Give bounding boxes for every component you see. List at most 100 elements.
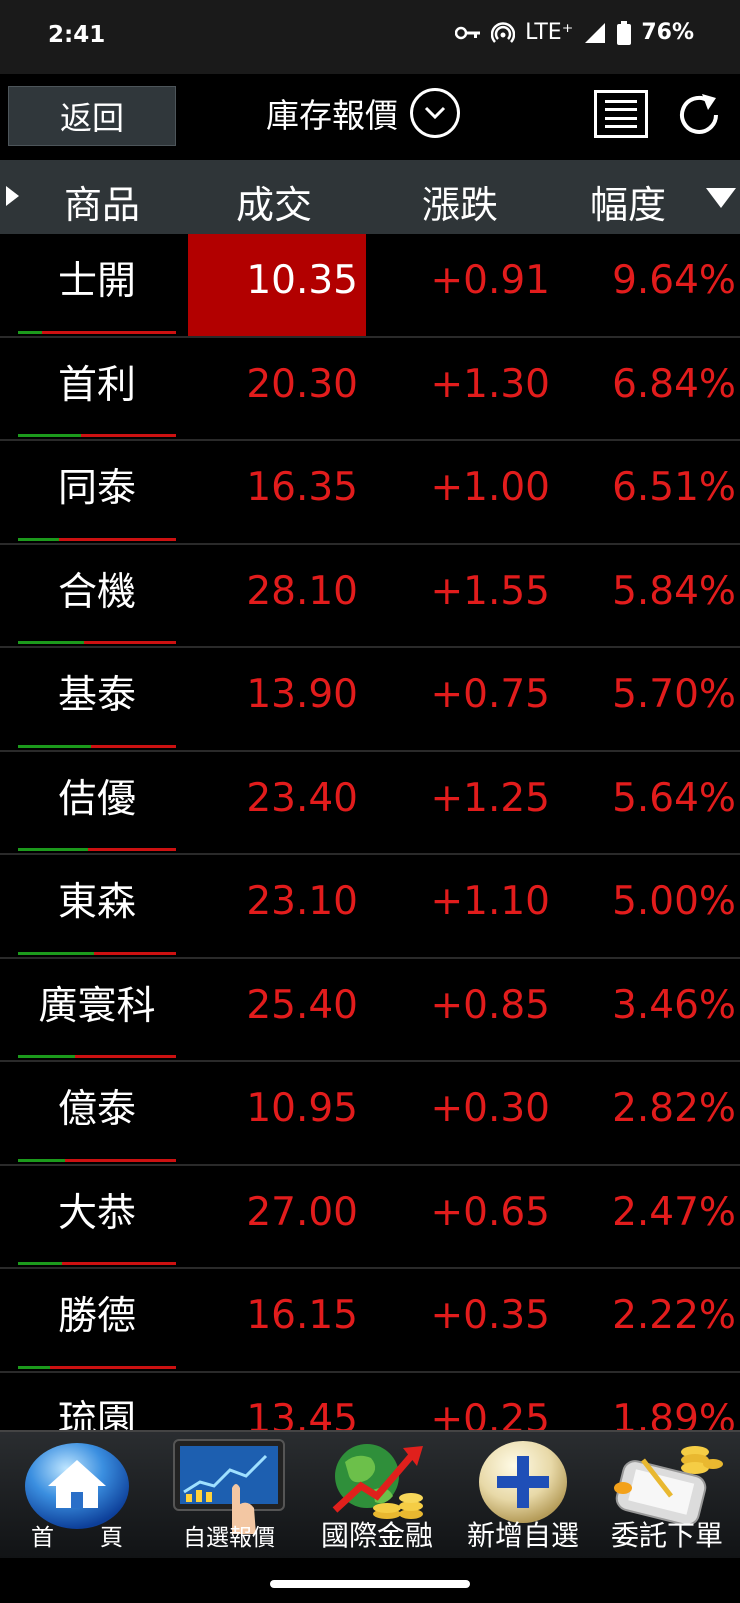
stock-price: 20.30 [246,361,358,407]
bid-ask-ratio-bar [18,848,176,851]
stock-percent: 6.84% [612,361,736,407]
hotspot-icon [491,21,516,45]
status-bar: 2:41 LTE⁺ 76% [0,0,740,74]
stock-price: 25.40 [246,982,358,1028]
stock-row[interactable]: 東森 23.10 +1.10 5.00% [0,855,740,959]
gesture-handle[interactable] [270,1580,470,1588]
bid-ratio-fill [18,1262,63,1265]
column-percent[interactable]: 幅度 [590,174,666,229]
signal-icon [583,21,607,45]
nav-home[interactable]: 首 頁 [4,1432,150,1560]
stock-name: 億泰 [57,1087,136,1132]
scroll-left-arrow-icon[interactable] [6,186,19,206]
stock-row[interactable]: 億泰 10.95 +0.30 2.82% [0,1062,740,1166]
stock-row[interactable]: 同泰 16.35 +1.00 6.51% [0,441,740,545]
bid-ask-ratio-bar [18,330,176,334]
battery-icon [617,20,632,45]
stock-change: +0.65 [430,1189,550,1235]
nav-add-watch[interactable]: 新增自選 [450,1432,596,1560]
bid-ask-ratio-bar [18,1158,176,1162]
stock-name: 琉園 [57,1397,136,1431]
bid-ratio-fill [18,951,94,955]
stock-percent: 1.89% [612,1396,736,1431]
bid-ask-ratio-bar [18,434,176,437]
stock-percent: 5.64% [612,775,736,821]
stock-row[interactable]: 士開 10.35 +0.91 9.64% [0,234,740,338]
stock-name: 東森 [57,880,136,925]
stock-percent: 5.84% [612,568,736,614]
stock-price: 16.15 [246,1293,358,1338]
nav-order[interactable]: 委託下單 [594,1432,740,1560]
stock-percent: 5.00% [612,879,736,924]
stock-row[interactable]: 基泰 13.90 +0.75 5.70% [0,648,740,752]
title-selector[interactable]: 庫存報價 [266,88,460,138]
stock-row[interactable]: 勝德 16.15 +0.35 2.22% [0,1269,740,1373]
stock-percent: 2.82% [612,1086,736,1131]
stock-price: 10.95 [246,1086,358,1131]
stock-percent: 3.46% [612,982,736,1028]
stock-row[interactable]: 大恭 27.00 +0.65 2.47% [0,1166,740,1269]
column-price[interactable]: 成交 [236,174,312,229]
stock-price: 10.35 [188,234,366,336]
stock-change: +1.00 [430,465,550,510]
stock-price: 13.90 [246,672,358,717]
stock-price: 28.10 [246,568,358,614]
stock-row[interactable]: 廣寰科 25.40 +0.85 3.46% [0,959,740,1062]
toolbar: 返回 庫存報價 [0,74,740,160]
stock-change: +0.75 [430,672,550,717]
stock-change: +0.25 [430,1396,550,1431]
stock-price: 16.35 [246,465,358,510]
column-change[interactable]: 漲跌 [422,174,498,229]
bid-ask-ratio-bar [18,1365,176,1369]
stock-row[interactable]: 首利 20.30 +1.30 6.84% [0,338,740,441]
sort-down-arrow-icon[interactable] [706,188,736,208]
bid-ratio-fill [18,744,91,748]
stock-price: 13.45 [246,1396,358,1431]
stock-name: 基泰 [57,673,136,718]
nav-watchlist[interactable]: 自選報價 [156,1432,302,1560]
status-time: 2:41 [48,22,106,48]
bid-ask-ratio-bar [18,641,176,644]
bid-ratio-fill [18,848,88,851]
battery-level: 76% [641,20,694,45]
bid-ratio-fill [18,1365,50,1369]
chevron-down-icon[interactable] [410,88,460,138]
column-name[interactable]: 商品 [64,174,140,229]
stock-percent: 6.51% [612,465,736,510]
refresh-icon[interactable] [672,88,726,142]
stock-percent: 9.64% [612,258,736,303]
stock-change: +0.35 [430,1293,550,1338]
bid-ratio-fill [18,641,85,644]
bid-ratio-fill [18,330,42,334]
stock-price: 27.00 [246,1189,358,1235]
bid-ask-ratio-bar [18,1262,176,1265]
page-title: 庫存報價 [266,96,398,135]
stock-row[interactable]: 琉園 13.45 +0.25 1.89% [0,1373,740,1431]
stock-change: +0.91 [430,258,550,303]
stock-change: +0.30 [430,1086,550,1131]
list-icon[interactable] [594,90,648,138]
stock-row[interactable]: 合機 28.10 +1.55 5.84% [0,545,740,648]
bid-ask-ratio-bar [18,537,176,541]
column-header: 商品 成交 漲跌 幅度 [0,160,740,234]
stock-percent: 2.22% [612,1293,736,1338]
bid-ask-ratio-bar [18,951,176,955]
stock-percent: 2.47% [612,1189,736,1235]
stock-name: 佶優 [57,776,136,822]
stock-change: +1.25 [430,775,550,821]
vpn-key-icon [455,25,481,41]
stock-name: 首利 [57,362,136,408]
nav-international[interactable]: 國際金融 [304,1432,450,1560]
stock-name: 合機 [57,569,136,615]
bid-ratio-fill [18,1055,75,1058]
stock-name: 同泰 [57,466,136,511]
nav-order-label: 委託下單 [610,1519,723,1552]
status-icons: LTE⁺ 76% [455,20,694,45]
stock-name: 廣寰科 [38,983,156,1029]
stock-list[interactable]: 士開 10.35 +0.91 9.64% 首利 20.30 +1.30 6.84% 同泰 16.3… [0,234,740,1430]
stock-name: 勝德 [57,1294,136,1339]
bottom-nav: 首 頁 自選報價 國際金融 新增自選 委託下單 [0,1430,740,1558]
stock-row[interactable]: 佶優 23.40 +1.25 5.64% [0,752,740,855]
back-button[interactable]: 返回 [8,86,176,146]
nav-watchlist-label: 自選報價 [183,1525,275,1551]
